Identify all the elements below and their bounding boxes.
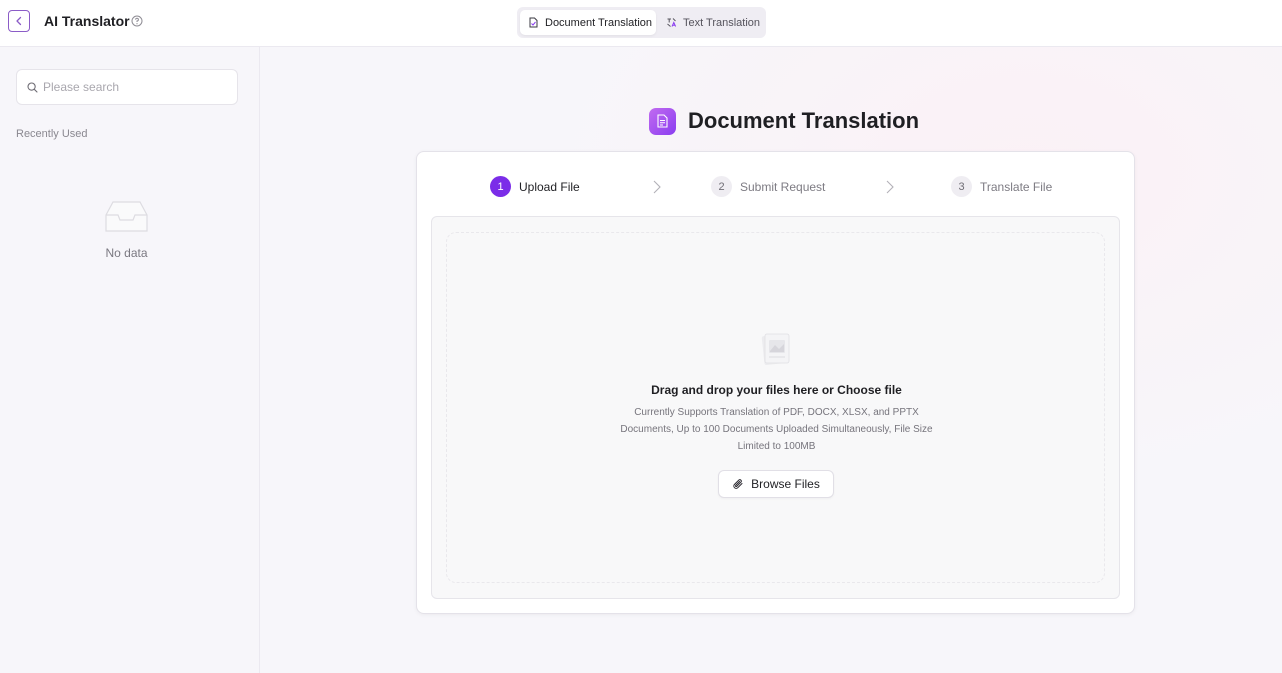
tab-document-translation[interactable]: Document Translation [520, 10, 656, 35]
step-label: Upload File [519, 179, 580, 194]
help-icon[interactable] [131, 15, 143, 27]
browse-files-button[interactable]: Browse Files [718, 470, 834, 498]
translation-mode-switch: Document Translation Text Translation [517, 7, 766, 38]
step-indicator: 1 Upload File 2 Submit Request 3 Transla… [417, 152, 1136, 216]
file-upload-icon [761, 333, 790, 365]
page-title: Document Translation [649, 107, 919, 135]
chevron-left-icon [16, 16, 22, 26]
dropzone-area: Drag and drop your files here or Choose … [446, 232, 1105, 583]
search-icon [27, 82, 38, 93]
file-dropzone[interactable]: Drag and drop your files here or Choose … [431, 216, 1120, 599]
browse-files-label: Browse Files [751, 477, 820, 491]
page-title-text: Document Translation [688, 108, 920, 133]
tab-label: Text Translation [683, 16, 761, 29]
step-submit-request: 2 Submit Request [711, 176, 825, 197]
main-content: Document Translation 1 Upload File 2 Sub… [261, 47, 1282, 673]
search-input[interactable] [43, 70, 233, 104]
document-icon [649, 107, 676, 135]
dropzone-description: Currently Supports Translation of PDF, D… [620, 407, 933, 452]
text-translate-icon [667, 18, 677, 27]
step-number: 3 [951, 176, 972, 197]
search-box[interactable] [16, 69, 238, 105]
document-translate-icon [529, 17, 538, 28]
tab-text-translation[interactable]: Text Translation [658, 10, 763, 35]
step-number: 2 [711, 176, 732, 197]
step-label: Translate File [980, 179, 1053, 194]
chevron-right-icon [886, 180, 894, 194]
step-label: Submit Request [740, 179, 826, 194]
step-upload-file: 1 Upload File [490, 176, 580, 197]
app-title: AI Translator [44, 13, 130, 29]
top-header: AI Translator Document Translation Text … [0, 0, 1282, 47]
chevron-right-icon [653, 180, 661, 194]
back-button[interactable] [8, 10, 30, 32]
recently-used-heading: Recently Used [16, 128, 88, 140]
sidebar: Recently Used No data [0, 47, 260, 673]
step-number: 1 [490, 176, 511, 197]
translation-card: 1 Upload File 2 Submit Request 3 Transla… [416, 151, 1135, 614]
empty-state-text: No data [105, 246, 148, 260]
tab-label: Document Translation [545, 16, 652, 29]
paperclip-icon [733, 479, 743, 489]
dropzone-title: Drag and drop your files here or Choose … [651, 383, 902, 397]
step-translate-file: 3 Translate File [951, 176, 1052, 197]
empty-inbox-icon [105, 201, 148, 232]
